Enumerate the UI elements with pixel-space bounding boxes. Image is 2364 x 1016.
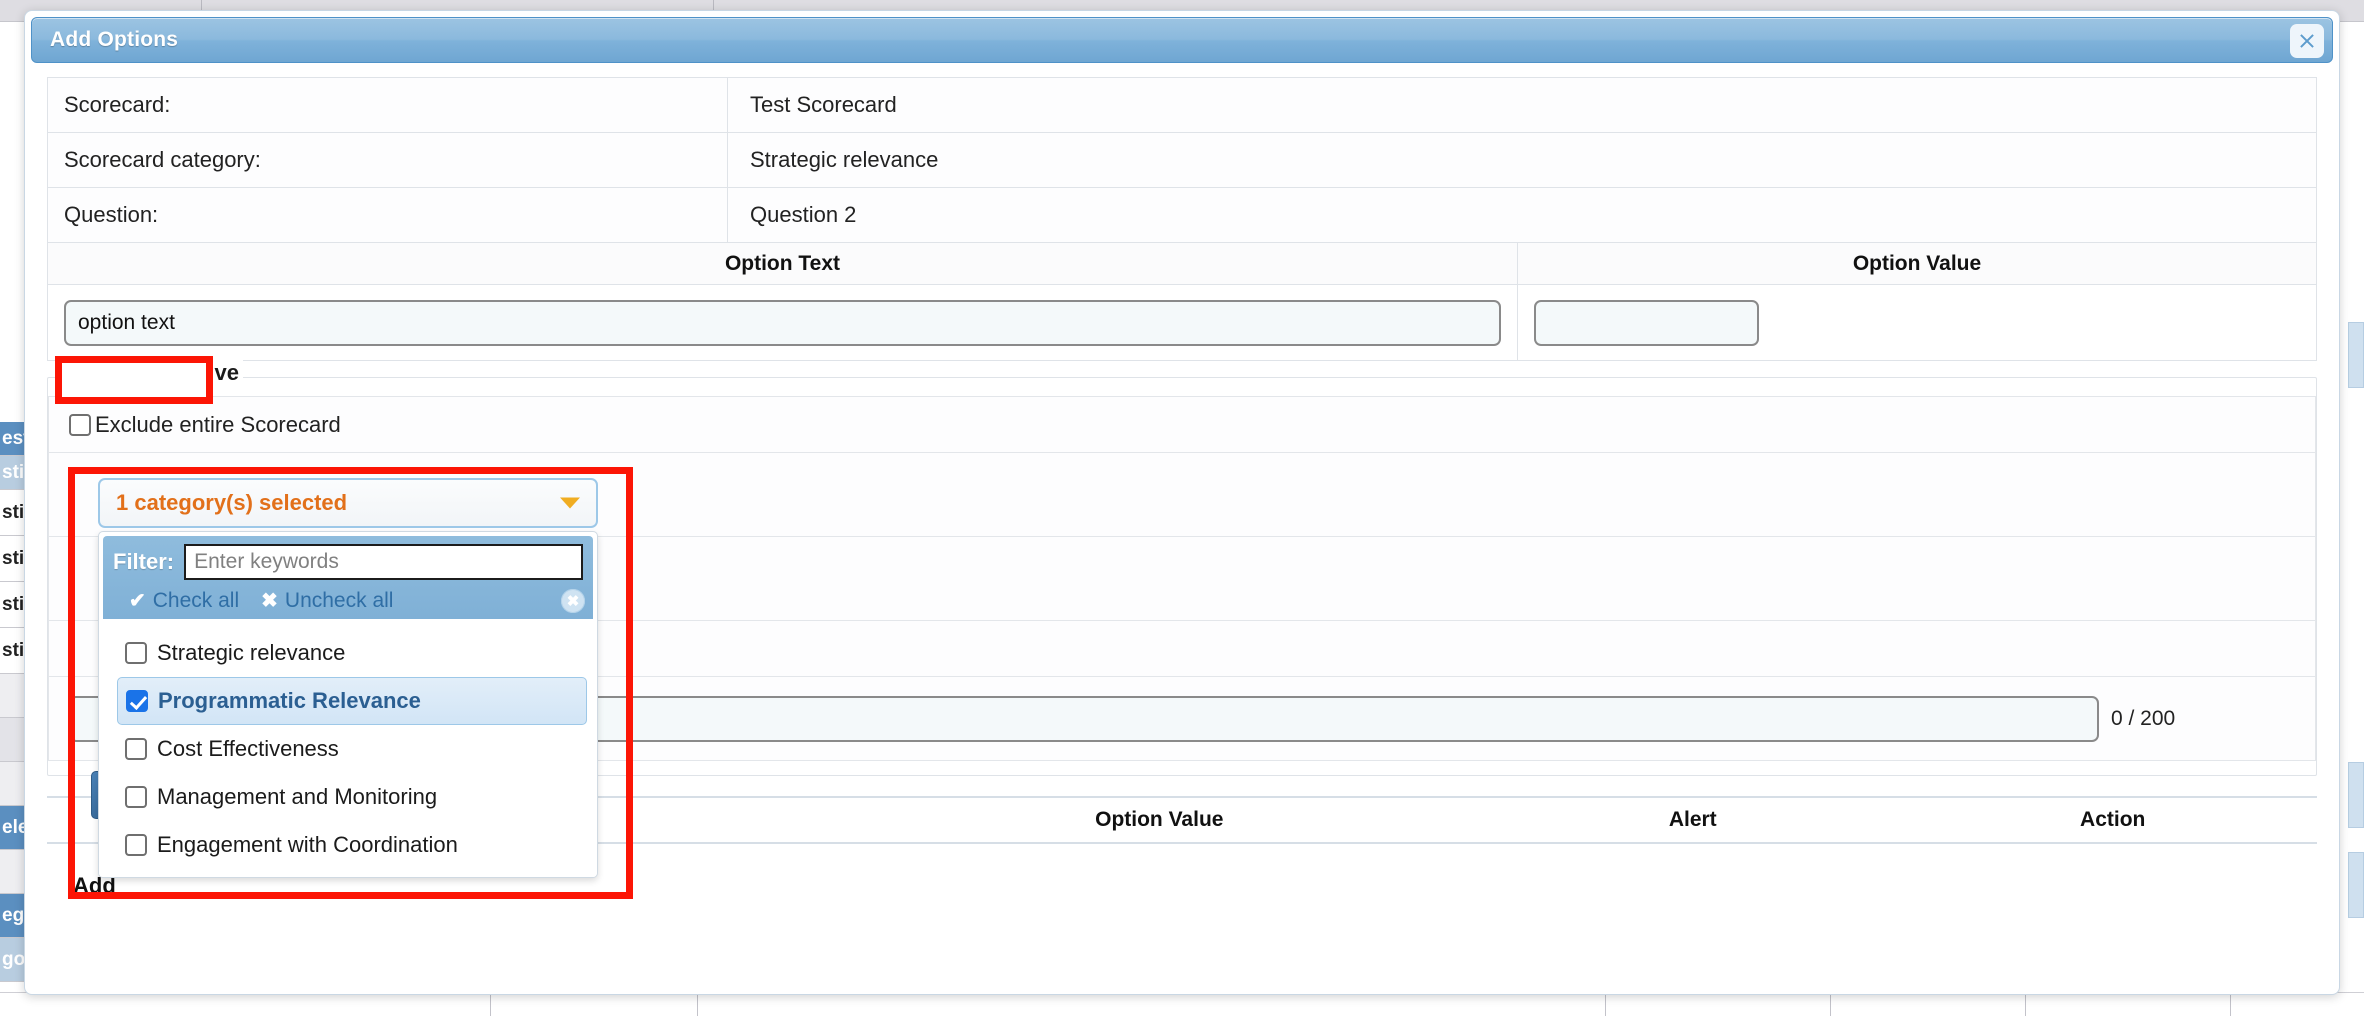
col-option-value: Option Value	[842, 797, 1478, 843]
filter-label: Filter:	[113, 549, 174, 575]
screen: eststiostiostiostiostioeleeggorra Add Op…	[0, 0, 2364, 1016]
scorecard-category-label: Scorecard category:	[48, 133, 728, 188]
is-exclusive-label: Is Exclusive	[113, 360, 239, 386]
category-option-checkbox[interactable]	[125, 834, 147, 856]
category-option-checkbox[interactable]	[126, 690, 148, 712]
check-icon: ✔	[129, 588, 146, 613]
background-right-strip	[2348, 22, 2364, 992]
category-multiselect-label: 1 category(s) selected	[116, 490, 347, 516]
category-option-item[interactable]: Programmatic Relevance	[117, 677, 587, 725]
character-counter: 0 / 200	[2111, 707, 2175, 730]
question-value: Question 2	[728, 188, 2317, 243]
option-value-input[interactable]	[1534, 300, 1759, 346]
category-multiselect-button[interactable]: 1 category(s) selected	[98, 478, 598, 528]
scorecard-info-table: Scorecard: Test Scorecard Scorecard cate…	[47, 77, 2317, 243]
check-all-label: Check all	[153, 589, 239, 613]
category-filter-header: Filter: ✔ Check all ✖ Uncheck all ✖	[103, 536, 593, 619]
col-alert: Alert	[1477, 797, 1908, 843]
option-text-input[interactable]	[64, 300, 1501, 346]
category-option-label: Management and Monitoring	[157, 784, 437, 810]
category-option-item[interactable]: Management and Monitoring	[99, 773, 597, 821]
category-option-label: Strategic relevance	[157, 640, 345, 666]
category-option-checkbox[interactable]	[125, 738, 147, 760]
scorecard-label: Scorecard:	[48, 78, 728, 133]
option-entry-table: Option Text Option Value	[47, 242, 2317, 361]
category-option-item[interactable]: Engagement with Coordination	[99, 821, 597, 869]
filter-row: Filter:	[113, 544, 583, 580]
dialog-title: Add Options	[50, 28, 178, 52]
uncheck-all-link[interactable]: ✖ Uncheck all	[261, 588, 393, 613]
uncheck-all-label: Uncheck all	[285, 589, 394, 613]
filter-input[interactable]	[184, 544, 583, 580]
is-exclusive-checkbox[interactable]	[89, 362, 111, 384]
category-option-label: Engagement with Coordination	[157, 832, 458, 858]
is-exclusive-legend: Is Exclusive	[87, 360, 243, 386]
exclude-scorecard-checkbox[interactable]	[69, 414, 91, 436]
cross-icon: ✖	[261, 588, 278, 613]
question-label: Question:	[48, 188, 728, 243]
category-option-item[interactable]: Strategic relevance	[99, 629, 597, 677]
chevron-down-icon	[560, 498, 580, 509]
table-row: Scorecard: Test Scorecard	[48, 78, 2317, 133]
exclude-scorecard-row[interactable]: Exclude entire Scorecard	[69, 412, 2295, 438]
exclude-scorecard-label: Exclude entire Scorecard	[95, 412, 341, 438]
scorecard-value: Test Scorecard	[728, 78, 2317, 133]
table-row: Question: Question 2	[48, 188, 2317, 243]
clear-circle-icon[interactable]: ✖	[561, 589, 585, 613]
exclude-scorecard-cell: Exclude entire Scorecard	[49, 397, 2316, 453]
bulk-select-links: ✔ Check all ✖ Uncheck all	[113, 588, 583, 613]
close-icon[interactable]	[2290, 24, 2324, 58]
category-option-label: Programmatic Relevance	[158, 688, 421, 714]
category-multiselect-panel: Filter: ✔ Check all ✖ Uncheck all ✖ Stra…	[98, 531, 598, 878]
table-row: Scorecard category: Strategic relevance	[48, 133, 2317, 188]
option-text-cell	[48, 285, 1518, 361]
category-multiselect: 1 category(s) selected Filter: ✔ Check a…	[98, 478, 598, 878]
option-value-header: Option Value	[1518, 243, 2317, 285]
category-option-list: Strategic relevance Programmatic Relevanc…	[99, 623, 597, 877]
check-all-link[interactable]: ✔ Check all	[129, 588, 239, 613]
table-row: Exclude entire Scorecard	[49, 397, 2316, 453]
category-option-label: Cost Effectiveness	[157, 736, 339, 762]
option-entry-header-row: Option Text Option Value	[48, 243, 2317, 285]
option-value-cell	[1518, 285, 2317, 361]
option-text-header: Option Text	[48, 243, 1518, 285]
option-entry-input-row	[48, 285, 2317, 361]
category-option-checkbox[interactable]	[125, 786, 147, 808]
dialog-title-bar: Add Options	[31, 17, 2333, 63]
col-action: Action	[1908, 797, 2317, 843]
category-option-checkbox[interactable]	[125, 642, 147, 664]
scorecard-category-value: Strategic relevance	[728, 133, 2317, 188]
category-option-item[interactable]: Cost Effectiveness	[99, 725, 597, 773]
